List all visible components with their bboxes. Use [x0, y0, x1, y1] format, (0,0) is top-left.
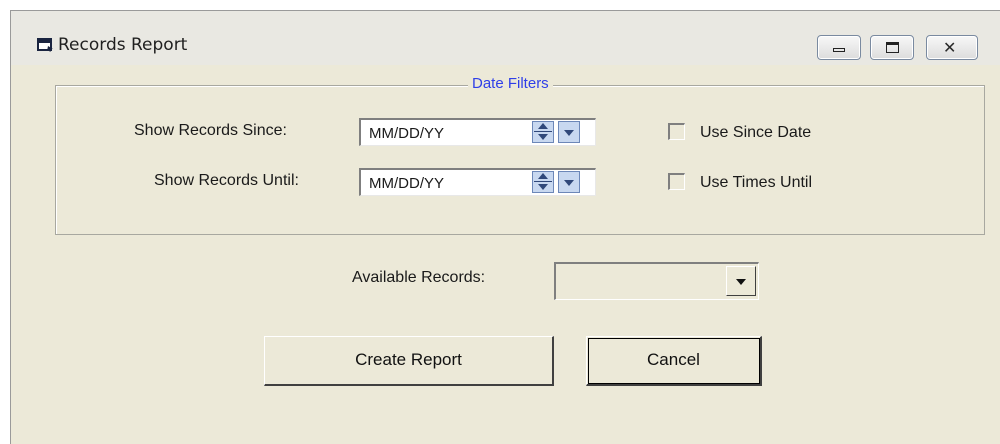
until-calendar-dropdown[interactable] [558, 171, 580, 193]
minimize-button[interactable] [817, 35, 861, 60]
window-title: Records Report [58, 35, 188, 55]
spin-up-icon[interactable] [538, 173, 548, 179]
minimize-icon [833, 48, 845, 52]
spin-up-icon[interactable] [538, 123, 548, 129]
use-since-date-label[interactable]: Use Since Date [700, 124, 811, 142]
date-filters-group [55, 85, 985, 235]
available-records-select[interactable] [554, 262, 759, 300]
chevron-down-icon [564, 180, 574, 186]
use-times-until-label[interactable]: Use Times Until [700, 174, 812, 192]
since-label: Show Records Since: [134, 122, 287, 139]
use-since-date-checkbox[interactable] [668, 123, 685, 140]
create-report-button[interactable]: Create Report [264, 336, 554, 386]
until-label: Show Records Until: [154, 172, 299, 189]
since-date-picker[interactable]: MM/DD/YY [359, 118, 596, 146]
spin-down-icon[interactable] [538, 134, 548, 140]
since-calendar-dropdown[interactable] [558, 121, 580, 143]
chevron-down-icon [736, 279, 746, 285]
since-spinner[interactable] [532, 121, 554, 143]
date-filters-legend: Date Filters [468, 75, 553, 92]
spin-divider [534, 131, 552, 132]
spin-down-icon[interactable] [538, 184, 548, 190]
cancel-button[interactable]: Cancel [586, 336, 762, 386]
maximize-button[interactable] [870, 35, 914, 60]
spin-divider [534, 181, 552, 182]
chevron-down-icon [564, 130, 574, 136]
title-bar[interactable]: Records Report ✕ [11, 11, 1000, 65]
maximize-icon [886, 42, 899, 53]
close-button[interactable]: ✕ [926, 35, 978, 60]
close-icon: ✕ [943, 38, 957, 57]
until-date-value[interactable]: MM/DD/YY [369, 175, 444, 192]
until-date-picker[interactable]: MM/DD/YY [359, 168, 596, 196]
use-times-until-checkbox[interactable] [668, 173, 685, 190]
available-records-label: Available Records: [352, 269, 486, 286]
since-date-value[interactable]: MM/DD/YY [369, 125, 444, 142]
app-icon [37, 38, 53, 52]
available-records-dropdown-button[interactable] [726, 266, 756, 296]
records-report-window: Records Report ✕ Date Filters Show Recor… [10, 10, 1000, 444]
until-spinner[interactable] [532, 171, 554, 193]
